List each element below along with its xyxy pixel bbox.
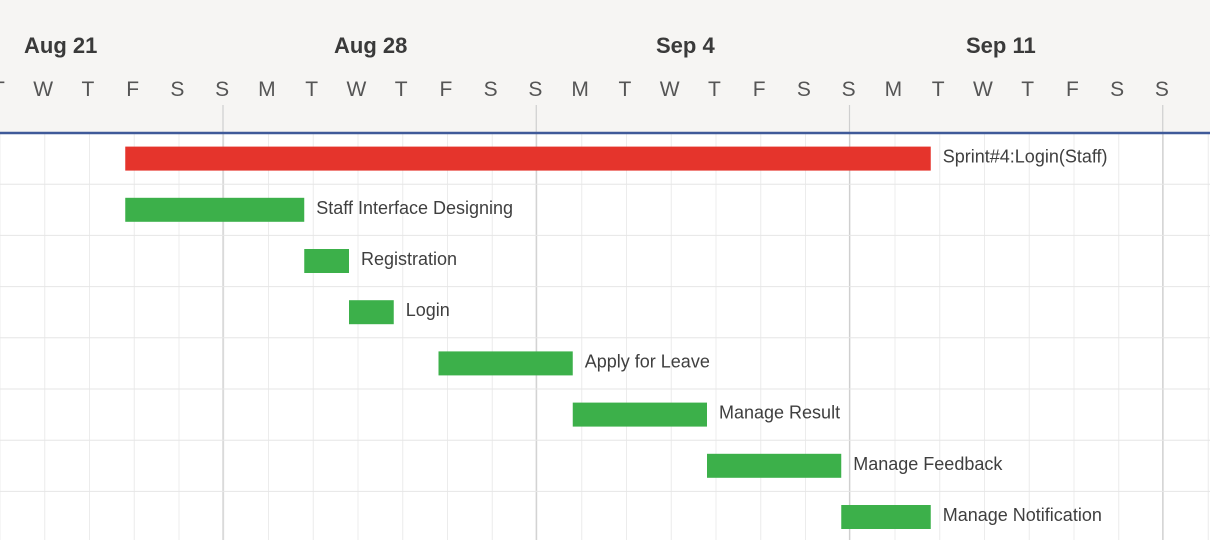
day-letter: W	[973, 78, 993, 101]
day-letter: M	[258, 78, 276, 101]
day-letter: T	[618, 78, 631, 101]
day-letter: S	[797, 78, 811, 101]
task-label: Registration	[361, 249, 457, 269]
day-letter: F	[126, 78, 139, 101]
day-letter: T	[81, 78, 94, 101]
task-bar	[304, 249, 349, 273]
day-letter: T	[305, 78, 318, 101]
day-letter: W	[660, 78, 680, 101]
header-background	[0, 0, 1210, 133]
task-bar	[125, 197, 305, 222]
day-letter: T	[1021, 78, 1034, 101]
day-letter: W	[346, 78, 366, 101]
day-letter: S	[170, 78, 184, 101]
day-letter: W	[33, 78, 53, 101]
gantt-chart: Aug 21 Aug 28 Sep 4 Sep 11 T W T F S S M T W T F S S…	[0, 0, 1210, 540]
day-letter: M	[571, 78, 589, 101]
task-label: Sprint#4:Login(Staff)	[943, 147, 1108, 167]
day-letter: S	[484, 78, 498, 101]
day-letter: F	[1066, 78, 1079, 101]
day-letter: F	[753, 78, 766, 101]
day-letter: T	[708, 78, 721, 101]
day-letter: T	[395, 78, 408, 101]
task-bar	[349, 300, 394, 325]
day-letter: F	[439, 78, 452, 101]
week-label-aug-21: Aug 21	[24, 33, 97, 58]
day-letter: T	[932, 78, 945, 101]
task-label: Manage Feedback	[853, 454, 1003, 474]
task-label: Manage Notification	[943, 505, 1102, 525]
task-bar	[707, 453, 842, 478]
task-bar	[438, 351, 573, 376]
task-label: Apply for Leave	[585, 351, 710, 371]
day-letter: S	[1155, 78, 1169, 101]
day-letter: S	[528, 78, 542, 101]
sprint-bar	[125, 146, 931, 171]
task-bar	[841, 505, 931, 529]
task-label: Staff Interface Designing	[316, 198, 513, 218]
task-label: Login	[406, 300, 450, 320]
task-label: Manage Result	[719, 403, 840, 423]
day-letter: M	[885, 78, 903, 101]
week-label-aug-28: Aug 28	[334, 33, 407, 58]
day-letter: S	[1110, 78, 1124, 101]
week-label-sep-11: Sep 11	[966, 33, 1036, 58]
week-label-sep-4: Sep 4	[656, 33, 715, 58]
task-bar	[572, 402, 707, 427]
day-letter: S	[215, 78, 229, 101]
day-letter: S	[842, 78, 856, 101]
day-letter: T	[0, 78, 5, 101]
